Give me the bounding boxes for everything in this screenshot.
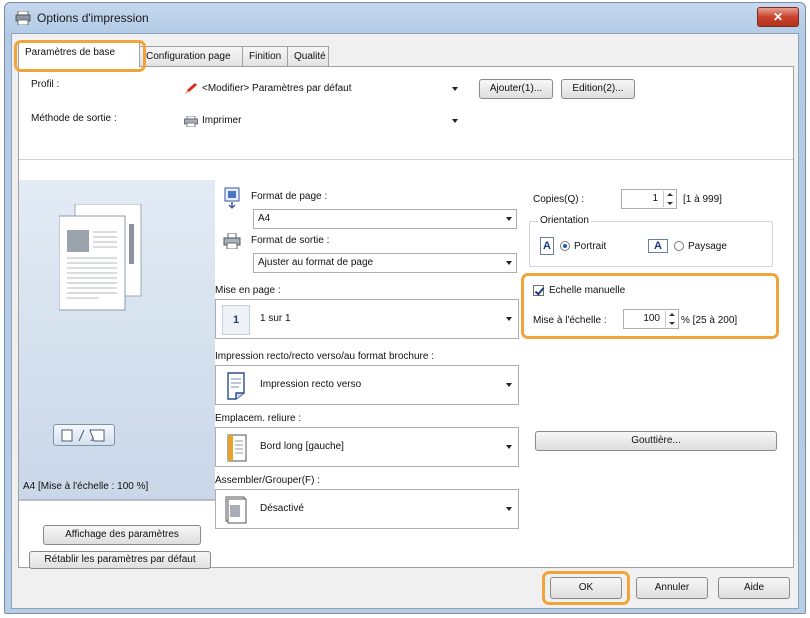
page-layout-select[interactable]: 1 1 sur 1 <box>215 299 519 339</box>
portrait-icon: A <box>540 237 554 255</box>
output-size-value: Ajuster au format de page <box>258 257 374 268</box>
binding-value: Bord long [gauche] <box>260 441 344 452</box>
page-layout-value: 1 sur 1 <box>260 313 291 324</box>
orientation-label: Orientation <box>538 215 591 226</box>
binding-label: Emplacem. reliure : <box>215 413 302 424</box>
close-button[interactable]: ✕ <box>757 7 799 27</box>
pencil-icon <box>185 83 197 94</box>
manual-scaling-checkbox[interactable] <box>533 285 544 296</box>
output-size-select[interactable]: Ajuster au format de page <box>253 253 517 273</box>
chevron-down-icon <box>506 507 512 511</box>
binding-icon <box>227 434 247 462</box>
output-size-icon <box>223 233 241 249</box>
show-settings-button[interactable]: Affichage des paramètres <box>43 525 201 545</box>
chevron-down-icon <box>506 217 512 221</box>
preview-area <box>19 180 215 500</box>
profile-value: <Modifier> Paramètres par défaut <box>202 83 352 94</box>
printer-icon <box>184 116 198 127</box>
collate-label: Assembler/Grouper(F) : <box>215 475 321 486</box>
page-size-label: Format de page : <box>251 191 328 202</box>
scaling-range: % [25 à 200] <box>681 315 738 326</box>
scaling-stepper[interactable]: 100 <box>623 309 679 329</box>
binding-select[interactable]: Bord long [gauche] <box>215 427 519 467</box>
chevron-down-icon <box>506 261 512 265</box>
portrait-label: Portrait <box>574 241 607 252</box>
page-layout-label: Mise en page : <box>215 285 281 296</box>
landscape-radio[interactable] <box>674 241 684 251</box>
landscape-icon: A <box>648 239 668 253</box>
edit-profile-button[interactable]: Edition(2)... <box>561 79 635 99</box>
page-size-value: A4 <box>258 213 271 224</box>
duplex-icon <box>227 372 245 400</box>
page-size-icon <box>224 187 240 209</box>
restore-defaults-button[interactable]: Rétablir les paramètres par défaut <box>29 551 211 569</box>
printer-icon <box>15 11 31 25</box>
help-button[interactable]: Aide <box>718 577 790 599</box>
output-size-label: Format de sortie : <box>251 235 330 246</box>
dialog-client: Paramètres de base Configuration page Fi… <box>11 33 799 609</box>
window-title: Options d'impression <box>37 11 149 25</box>
add-profile-button[interactable]: Ajouter(1)... <box>479 79 553 99</box>
ok-button[interactable]: OK <box>550 577 622 599</box>
portrait-radio[interactable] <box>560 241 570 251</box>
scaling-value: 100 <box>643 313 660 324</box>
landscape-letter: A <box>654 240 662 252</box>
copies-value: 1 <box>652 193 658 204</box>
basic-settings-panel: Profil : <Modifier> Paramètres par défau… <box>18 66 794 569</box>
collate-select[interactable]: Désactivé <box>215 489 519 529</box>
profile-select[interactable]: <Modifier> Paramètres par défaut <box>181 79 463 99</box>
gutter-button[interactable]: Gouttière... <box>535 431 777 451</box>
landscape-label: Paysage <box>688 241 727 252</box>
cancel-button[interactable]: Annuler <box>636 577 708 599</box>
page-preview-icon <box>59 204 142 311</box>
output-method-select[interactable]: Imprimer <box>181 111 463 131</box>
duplex-view-icon <box>61 429 105 442</box>
page-layout-number: 1 <box>232 314 240 326</box>
print-options-window: Options d'impression ✕ Paramètres de bas… <box>4 2 806 614</box>
chevron-down-icon <box>452 119 458 123</box>
chevron-down-icon <box>452 87 458 91</box>
spin-arrows-icon[interactable] <box>665 311 677 327</box>
portrait-letter: A <box>543 240 551 252</box>
profile-label: Profil : <box>31 79 60 90</box>
manual-scaling-label: Echelle manuelle <box>549 285 626 296</box>
separator <box>19 500 215 501</box>
spin-arrows-icon[interactable] <box>663 191 675 207</box>
separator <box>19 159 793 160</box>
orientation-group: Orientation A Portrait A Paysage <box>529 215 773 267</box>
duplex-value: Impression recto verso <box>260 379 362 390</box>
copies-range: [1 à 999] <box>683 194 722 205</box>
collate-value: Désactivé <box>260 503 304 514</box>
scaling-label: Mise à l'échelle : <box>533 315 607 326</box>
output-method-label: Méthode de sortie : <box>31 113 117 124</box>
output-method-value: Imprimer <box>202 115 242 126</box>
copies-stepper[interactable]: 1 <box>621 189 677 209</box>
tab-basic-settings[interactable]: Paramètres de base <box>18 42 140 67</box>
duplex-select[interactable]: Impression recto verso <box>215 365 519 405</box>
page-layout-icon: 1 <box>222 305 250 335</box>
collate-icon <box>225 496 247 524</box>
copies-label: Copies(Q) : <box>533 194 585 205</box>
page-size-select[interactable]: A4 <box>253 209 517 229</box>
preview-toggle-button[interactable] <box>53 424 115 446</box>
title-bar[interactable]: Options d'impression ✕ <box>5 3 805 33</box>
chevron-down-icon <box>506 383 512 387</box>
tab-quality[interactable]: Qualité <box>287 46 329 66</box>
tab-page-setup[interactable]: Configuration page <box>139 46 243 66</box>
chevron-down-icon <box>506 317 512 321</box>
scaling-highlight <box>521 273 779 339</box>
chevron-down-icon <box>506 445 512 449</box>
duplex-label: Impression recto/recto verso/au format b… <box>215 351 434 362</box>
preview-caption: A4 [Mise à l'échelle : 100 %] <box>23 481 149 492</box>
tab-finishing[interactable]: Finition <box>242 46 288 66</box>
